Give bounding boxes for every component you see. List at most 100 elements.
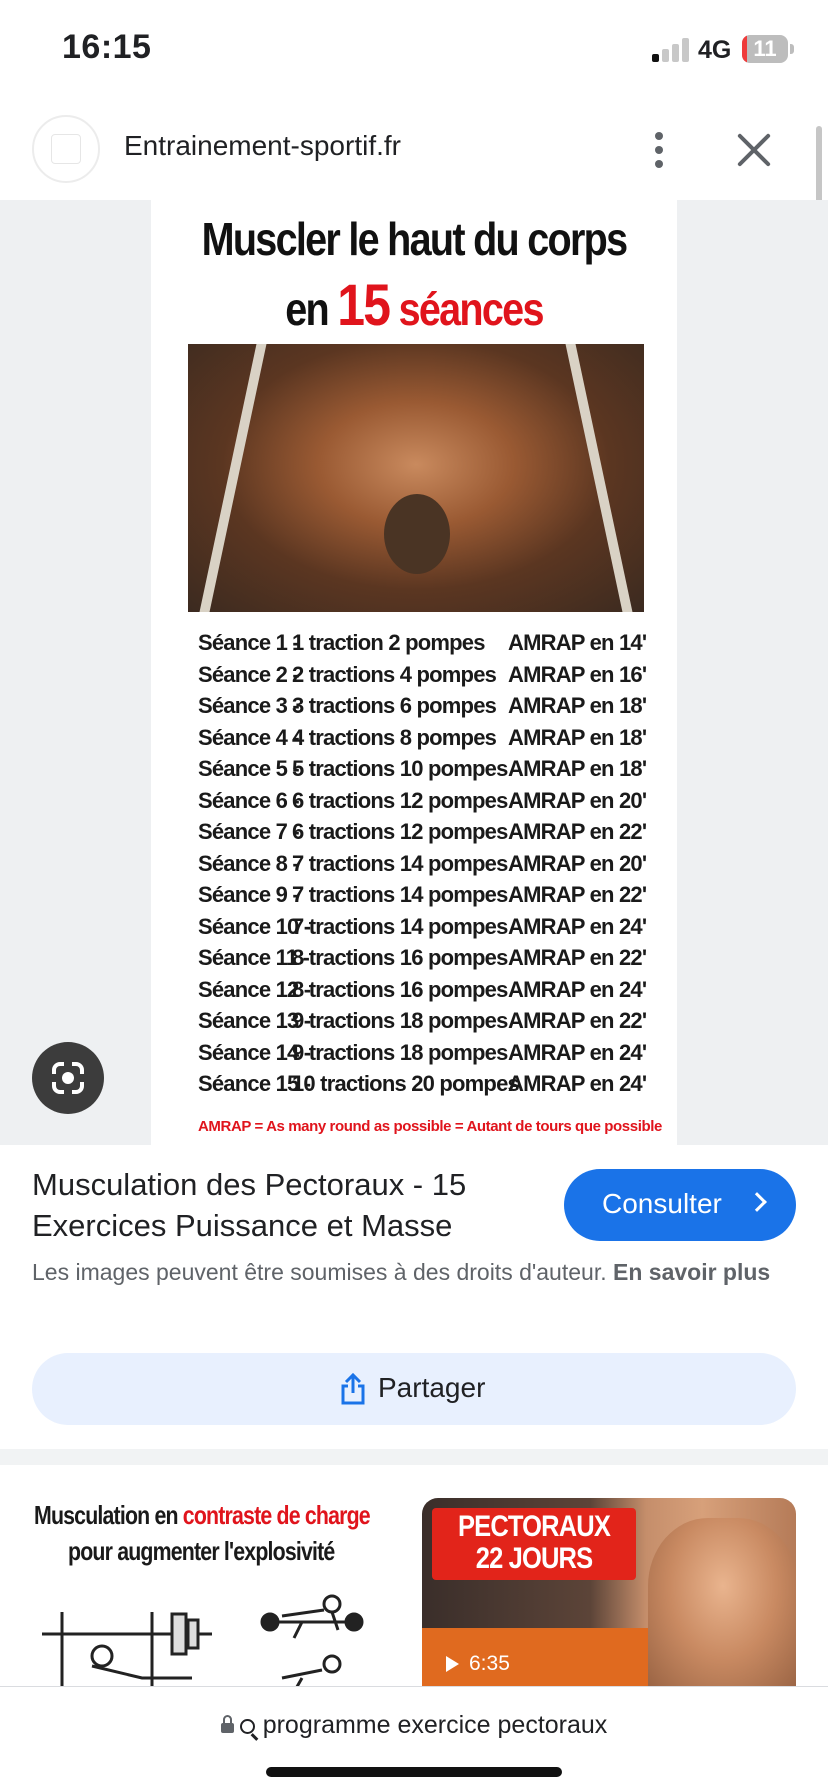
session-row: Séance 11 -8 tractions 16 pompes AMRAP en…: [198, 945, 658, 977]
session-amrap: AMRAP en 16': [508, 661, 647, 687]
section-divider: [0, 1449, 828, 1465]
session-row: Séance 10 -7 tractions 14 pompes AMRAP en…: [198, 914, 658, 946]
session-label: Séance 7 -: [198, 819, 300, 844]
poster-subtitle-suffix: séances: [398, 283, 545, 335]
session-exercises: 10 tractions 20 pompes: [292, 1071, 520, 1096]
lens-icon: [62, 1072, 74, 1084]
session-exercises: 6 tractions 12 pompes: [292, 787, 508, 813]
battery-tip: [790, 44, 794, 54]
poster-image: Muscler le haut du corps en 15 séances S…: [151, 200, 677, 1145]
copyright-notice: Les images peuvent être soumises à des d…: [32, 1256, 772, 1289]
poster-subtitle-prefix: en: [285, 283, 329, 335]
session-label: Séance 4 -: [198, 724, 300, 750]
session-label: Séance 9 -: [198, 882, 300, 907]
session-row: Séance 13 -9 tractions 18 pompes AMRAP en…: [198, 1008, 658, 1040]
related-2-title: PECTORAUX 22 JOURS: [432, 1508, 636, 1580]
more-options-icon[interactable]: [640, 128, 676, 172]
session-row: Séance 7 -6 tractions 12 pompes AMRAP en …: [198, 819, 658, 851]
related-1-line2: pour augmenter l'explosivité: [68, 1536, 335, 1566]
consult-label: Consulter: [602, 1188, 722, 1219]
session-label: Séance 6 -: [198, 787, 300, 813]
search-query: programme exercice pectoraux: [262, 1711, 608, 1739]
pushup-photo: [188, 344, 644, 612]
session-exercises: 7 tractions 14 pompes: [292, 850, 508, 876]
google-lens-button[interactable]: [32, 1042, 104, 1114]
result-title[interactable]: Musculation des Pectoraux - 15 Exercices…: [32, 1164, 552, 1246]
site-name[interactable]: Entrainement-sportif.fr: [124, 130, 401, 162]
poster-title: Muscler le haut du corps: [201, 213, 628, 265]
site-header: Entrainement-sportif.fr: [0, 100, 828, 200]
session-exercises: 6 tractions 12 pompes: [292, 819, 508, 844]
session-row: Séance 5 -5 tractions 10 pompes AMRAP en …: [198, 756, 658, 788]
home-indicator[interactable]: [266, 1767, 562, 1777]
session-exercises: 8 tractions 16 pompes: [292, 976, 508, 1002]
related-image-1[interactable]: Musculation en contraste de charge pour …: [32, 1498, 406, 1688]
session-row: Séance 14 -9 tractions 18 pompes AMRAP en…: [198, 1040, 658, 1072]
share-button[interactable]: Partager: [32, 1353, 796, 1425]
session-amrap: AMRAP en 24': [508, 1071, 647, 1096]
signal-icon: [652, 36, 692, 62]
status-time: 16:15: [62, 28, 152, 66]
address-bar[interactable]: programme exercice pectoraux: [0, 1686, 828, 1792]
session-amrap: AMRAP en 22': [508, 945, 647, 970]
session-row: Séance 2 -2 tractions 4 pompes AMRAP en 1…: [198, 662, 658, 694]
consult-button[interactable]: Consulter: [564, 1169, 796, 1241]
session-row: Séance 4 -4 tractions 8 pompes AMRAP en 1…: [198, 725, 658, 757]
session-row: Séance 15 -10 tractions 20 pompes AMRAP e…: [198, 1071, 658, 1103]
play-icon: [446, 1656, 459, 1672]
battery-level: 11: [753, 36, 777, 61]
search-icon: [239, 1719, 255, 1734]
session-exercises: 4 tractions 8 pompes: [292, 724, 497, 750]
session-exercises: 2 tractions 4 pompes: [292, 661, 497, 687]
session-row: Séance 9 -7 tractions 14 pompes AMRAP en …: [198, 882, 658, 914]
related-video-2[interactable]: PECTORAUX 22 JOURS 6:35: [422, 1498, 796, 1688]
share-icon: [341, 1373, 365, 1405]
session-exercises: 3 tractions 6 pompes: [292, 693, 497, 718]
session-label: Séance 2 -: [198, 661, 300, 687]
session-label: Séance 1 -: [198, 630, 300, 655]
chevron-right-icon: [747, 1192, 767, 1212]
session-row: Séance 12 -8 tractions 16 pompes AMRAP en…: [198, 977, 658, 1009]
session-exercises: 7 tractions 14 pompes: [292, 913, 508, 939]
image-viewer[interactable]: Muscler le haut du corps en 15 séances S…: [0, 200, 828, 1145]
session-amrap: AMRAP en 24': [508, 1039, 647, 1065]
session-table: Séance 1 -1 traction 2 pompes AMRAP en 14…: [198, 630, 658, 1103]
session-amrap: AMRAP en 22': [508, 1008, 647, 1033]
amrap-footnote: AMRAP = As many round as possible = Auta…: [198, 1118, 662, 1135]
session-row: Séance 1 -1 traction 2 pompes AMRAP en 14…: [198, 630, 658, 662]
session-amrap: AMRAP en 18': [508, 693, 647, 718]
session-amrap: AMRAP en 20': [508, 850, 647, 876]
session-exercises: 9 tractions 18 pompes: [292, 1008, 508, 1033]
session-amrap: AMRAP en 24': [508, 976, 647, 1002]
session-row: Séance 3 -3 tractions 6 pompes AMRAP en 1…: [198, 693, 658, 725]
video-duration: 6:35: [446, 1652, 510, 1676]
session-label: Séance 8 -: [198, 850, 300, 876]
battery-icon: 11: [742, 35, 788, 63]
session-exercises: 9 tractions 18 pompes: [292, 1039, 508, 1065]
session-row: Séance 8 -7 tractions 14 pompes AMRAP en …: [198, 851, 658, 883]
session-amrap: AMRAP en 14': [508, 630, 647, 655]
poster-subtitle-number: 15: [337, 273, 391, 338]
lock-icon: [220, 1715, 234, 1733]
torso-photo: [648, 1518, 796, 1688]
session-amrap: AMRAP en 22': [508, 819, 647, 844]
session-exercises: 1 traction 2 pompes: [292, 630, 485, 655]
poster-subtitle: en 15 séances: [188, 272, 640, 339]
session-amrap: AMRAP en 18': [508, 724, 647, 750]
learn-more-link[interactable]: En savoir plus: [613, 1259, 770, 1285]
session-amrap: AMRAP en 20': [508, 787, 647, 813]
search-query-bar[interactable]: programme exercice pectoraux: [0, 1711, 828, 1740]
session-exercises: 8 tractions 16 pompes: [292, 945, 508, 970]
session-amrap: AMRAP en 22': [508, 882, 647, 907]
session-label: Séance 3 -: [198, 693, 300, 718]
bench-press-illustration: [42, 1594, 364, 1688]
status-bar: 16:15 4G 11: [0, 0, 828, 100]
session-exercises: 5 tractions 10 pompes: [292, 756, 508, 781]
share-label: Partager: [378, 1372, 486, 1403]
copyright-text: Les images peuvent être soumises à des d…: [32, 1259, 607, 1285]
site-favicon[interactable]: [32, 115, 100, 183]
related-1-line1: Musculation en contraste de charge: [34, 1500, 371, 1530]
close-icon[interactable]: [734, 130, 774, 170]
session-row: Séance 6 -6 tractions 12 pompes AMRAP en …: [198, 788, 658, 820]
session-label: Séance 5 -: [198, 756, 300, 781]
